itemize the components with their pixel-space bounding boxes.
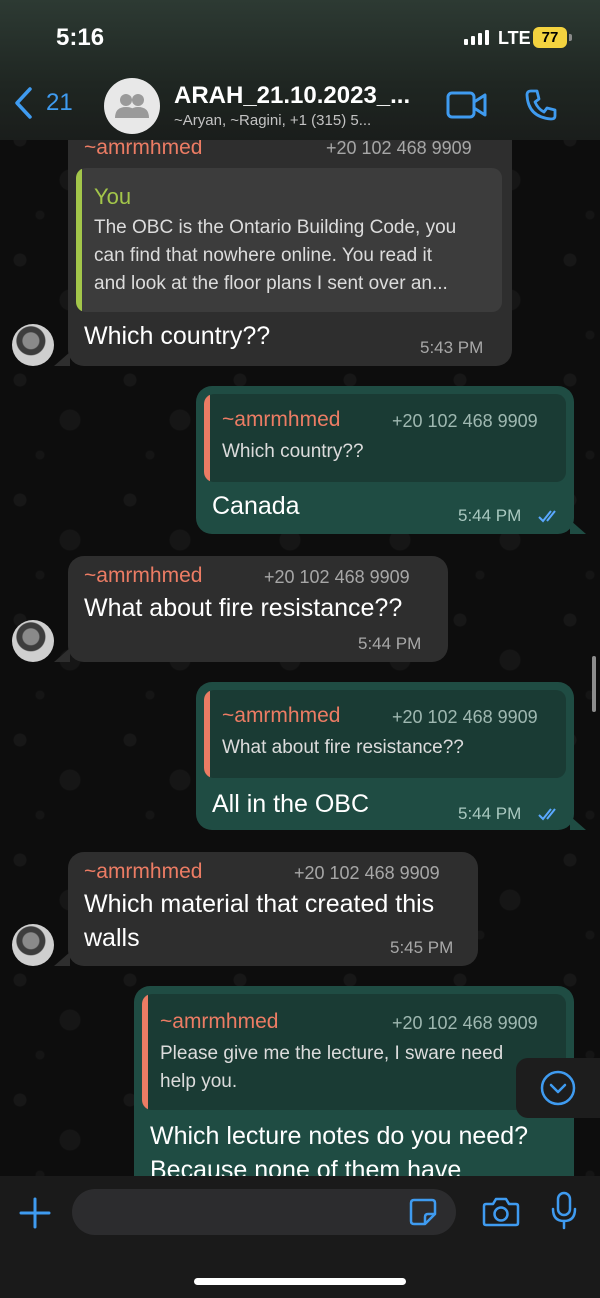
message-bubble[interactable]: ~amrmhmed +20 102 468 9909 What about fi… xyxy=(196,682,574,830)
bubble-tail xyxy=(54,648,70,662)
voice-message-button[interactable] xyxy=(548,1190,580,1237)
attach-button[interactable] xyxy=(18,1196,52,1235)
scroll-to-bottom-button[interactable] xyxy=(516,1058,600,1118)
phone-icon xyxy=(525,89,557,121)
bubble-tail xyxy=(570,520,586,534)
message-text: Canada xyxy=(212,492,300,520)
message-text-line: Which material that created this xyxy=(84,890,435,918)
message-time: 5:44 PM xyxy=(358,634,422,653)
message-text: What about fire resistance?? xyxy=(84,594,403,622)
quote-text-line: Which country?? xyxy=(222,441,364,462)
message-time: 5:43 PM xyxy=(420,338,484,357)
quote-author: ~amrmhmed xyxy=(222,704,341,727)
chevron-down-circle-icon xyxy=(540,1070,576,1106)
sender-avatar[interactable] xyxy=(12,620,54,662)
sender-name: ~amrmhmed xyxy=(84,860,203,883)
quote-text-line: can find that nowhere online. You read i… xyxy=(94,245,433,266)
quoted-message[interactable]: ~amrmhmed +20 102 468 9909 Which country… xyxy=(204,394,566,482)
sender-name: ~amrmhmed xyxy=(84,564,203,587)
video-call-button[interactable] xyxy=(446,90,488,125)
sticker-button[interactable] xyxy=(408,1197,438,1232)
group-avatar[interactable] xyxy=(104,78,160,134)
quoted-message[interactable]: You The OBC is the Ontario Building Code… xyxy=(76,168,502,312)
message-bubble[interactable]: ~amrmhmed +20 102 468 9909 You The OBC i… xyxy=(68,124,512,366)
message-bubble[interactable]: ~amrmhmed +20 102 468 9909 Which country… xyxy=(196,386,574,534)
microphone-icon xyxy=(551,1191,577,1230)
quote-text-line: Please give me the lecture, I sware need xyxy=(160,1043,504,1064)
message-bubble[interactable]: ~amrmhmed +20 102 468 9909 Which materia… xyxy=(68,852,478,966)
chat-title[interactable]: ARAH_21.10.2023_... xyxy=(174,82,410,110)
quote-author: ~amrmhmed xyxy=(160,1010,279,1033)
message-time: 5:44 PM xyxy=(458,804,522,823)
quote-text-line: The OBC is the Ontario Building Code, yo… xyxy=(94,217,457,238)
quote-phone: +20 102 468 9909 xyxy=(392,1013,538,1033)
quoted-message[interactable]: ~amrmhmed +20 102 468 9909 What about fi… xyxy=(204,690,566,778)
quote-bar xyxy=(204,690,210,778)
network-label: LTE xyxy=(498,28,531,48)
message-text: Which country?? xyxy=(84,322,271,350)
quote-author: ~amrmhmed xyxy=(222,408,341,431)
read-receipt-icon xyxy=(538,808,556,821)
unread-count: 21 xyxy=(46,89,73,116)
sticker-icon xyxy=(409,1198,437,1226)
quote-text-line: and look at the floor plans I sent over … xyxy=(94,273,448,294)
quote-author: You xyxy=(94,184,132,209)
plus-icon xyxy=(19,1197,51,1229)
sender-phone: +20 102 468 9909 xyxy=(264,567,410,587)
message-time: 5:45 PM xyxy=(390,938,454,957)
quote-text-line: help you. xyxy=(160,1071,238,1092)
bubble-tail xyxy=(570,816,586,830)
home-indicator[interactable] xyxy=(194,1278,406,1285)
chat-participants[interactable]: ~Aryan, ~Ragini, +1 (315) 5... xyxy=(174,112,371,129)
bubble-tail xyxy=(54,352,70,366)
message-text-line: Which lecture notes do you need? xyxy=(150,1122,529,1150)
message-time: 5:44 PM xyxy=(458,506,522,525)
signal-icon xyxy=(464,30,489,45)
chevron-left-icon xyxy=(15,87,32,119)
message-text-line: walls xyxy=(84,924,140,952)
video-camera-icon xyxy=(446,91,487,119)
voice-call-button[interactable] xyxy=(524,88,558,127)
camera-button[interactable] xyxy=(482,1196,520,1233)
sender-phone: +20 102 468 9909 xyxy=(294,863,440,883)
group-icon xyxy=(115,94,149,118)
quote-bar xyxy=(204,394,210,482)
sender-avatar[interactable] xyxy=(12,324,54,366)
message-bubble[interactable]: ~amrmhmed +20 102 468 9909 What about fi… xyxy=(68,556,448,662)
sender-avatar[interactable] xyxy=(12,924,54,966)
read-receipt-icon xyxy=(538,510,556,523)
battery-icon: 77 xyxy=(533,27,567,48)
battery-tip xyxy=(569,34,572,41)
chat-header: 5:16 LTE 77 21 ARAH_21.10.2023_... ~Arya… xyxy=(0,0,600,140)
quote-phone: +20 102 468 9909 xyxy=(392,707,538,727)
scrollbar[interactable] xyxy=(592,656,596,712)
quote-bar xyxy=(142,994,148,1110)
quote-phone: +20 102 468 9909 xyxy=(392,411,538,431)
bubble-tail xyxy=(54,952,70,966)
quoted-message[interactable]: ~amrmhmed +20 102 468 9909 Please give m… xyxy=(142,994,566,1110)
message-input[interactable] xyxy=(72,1189,456,1235)
message-text: All in the OBC xyxy=(212,790,370,818)
back-button[interactable]: 21 xyxy=(12,86,73,120)
sender-phone: +20 102 468 9909 xyxy=(326,138,472,158)
status-time: 5:16 xyxy=(56,24,105,51)
camera-icon xyxy=(482,1197,520,1227)
quote-bar xyxy=(76,168,82,312)
quote-text-line: What about fire resistance?? xyxy=(222,737,464,758)
